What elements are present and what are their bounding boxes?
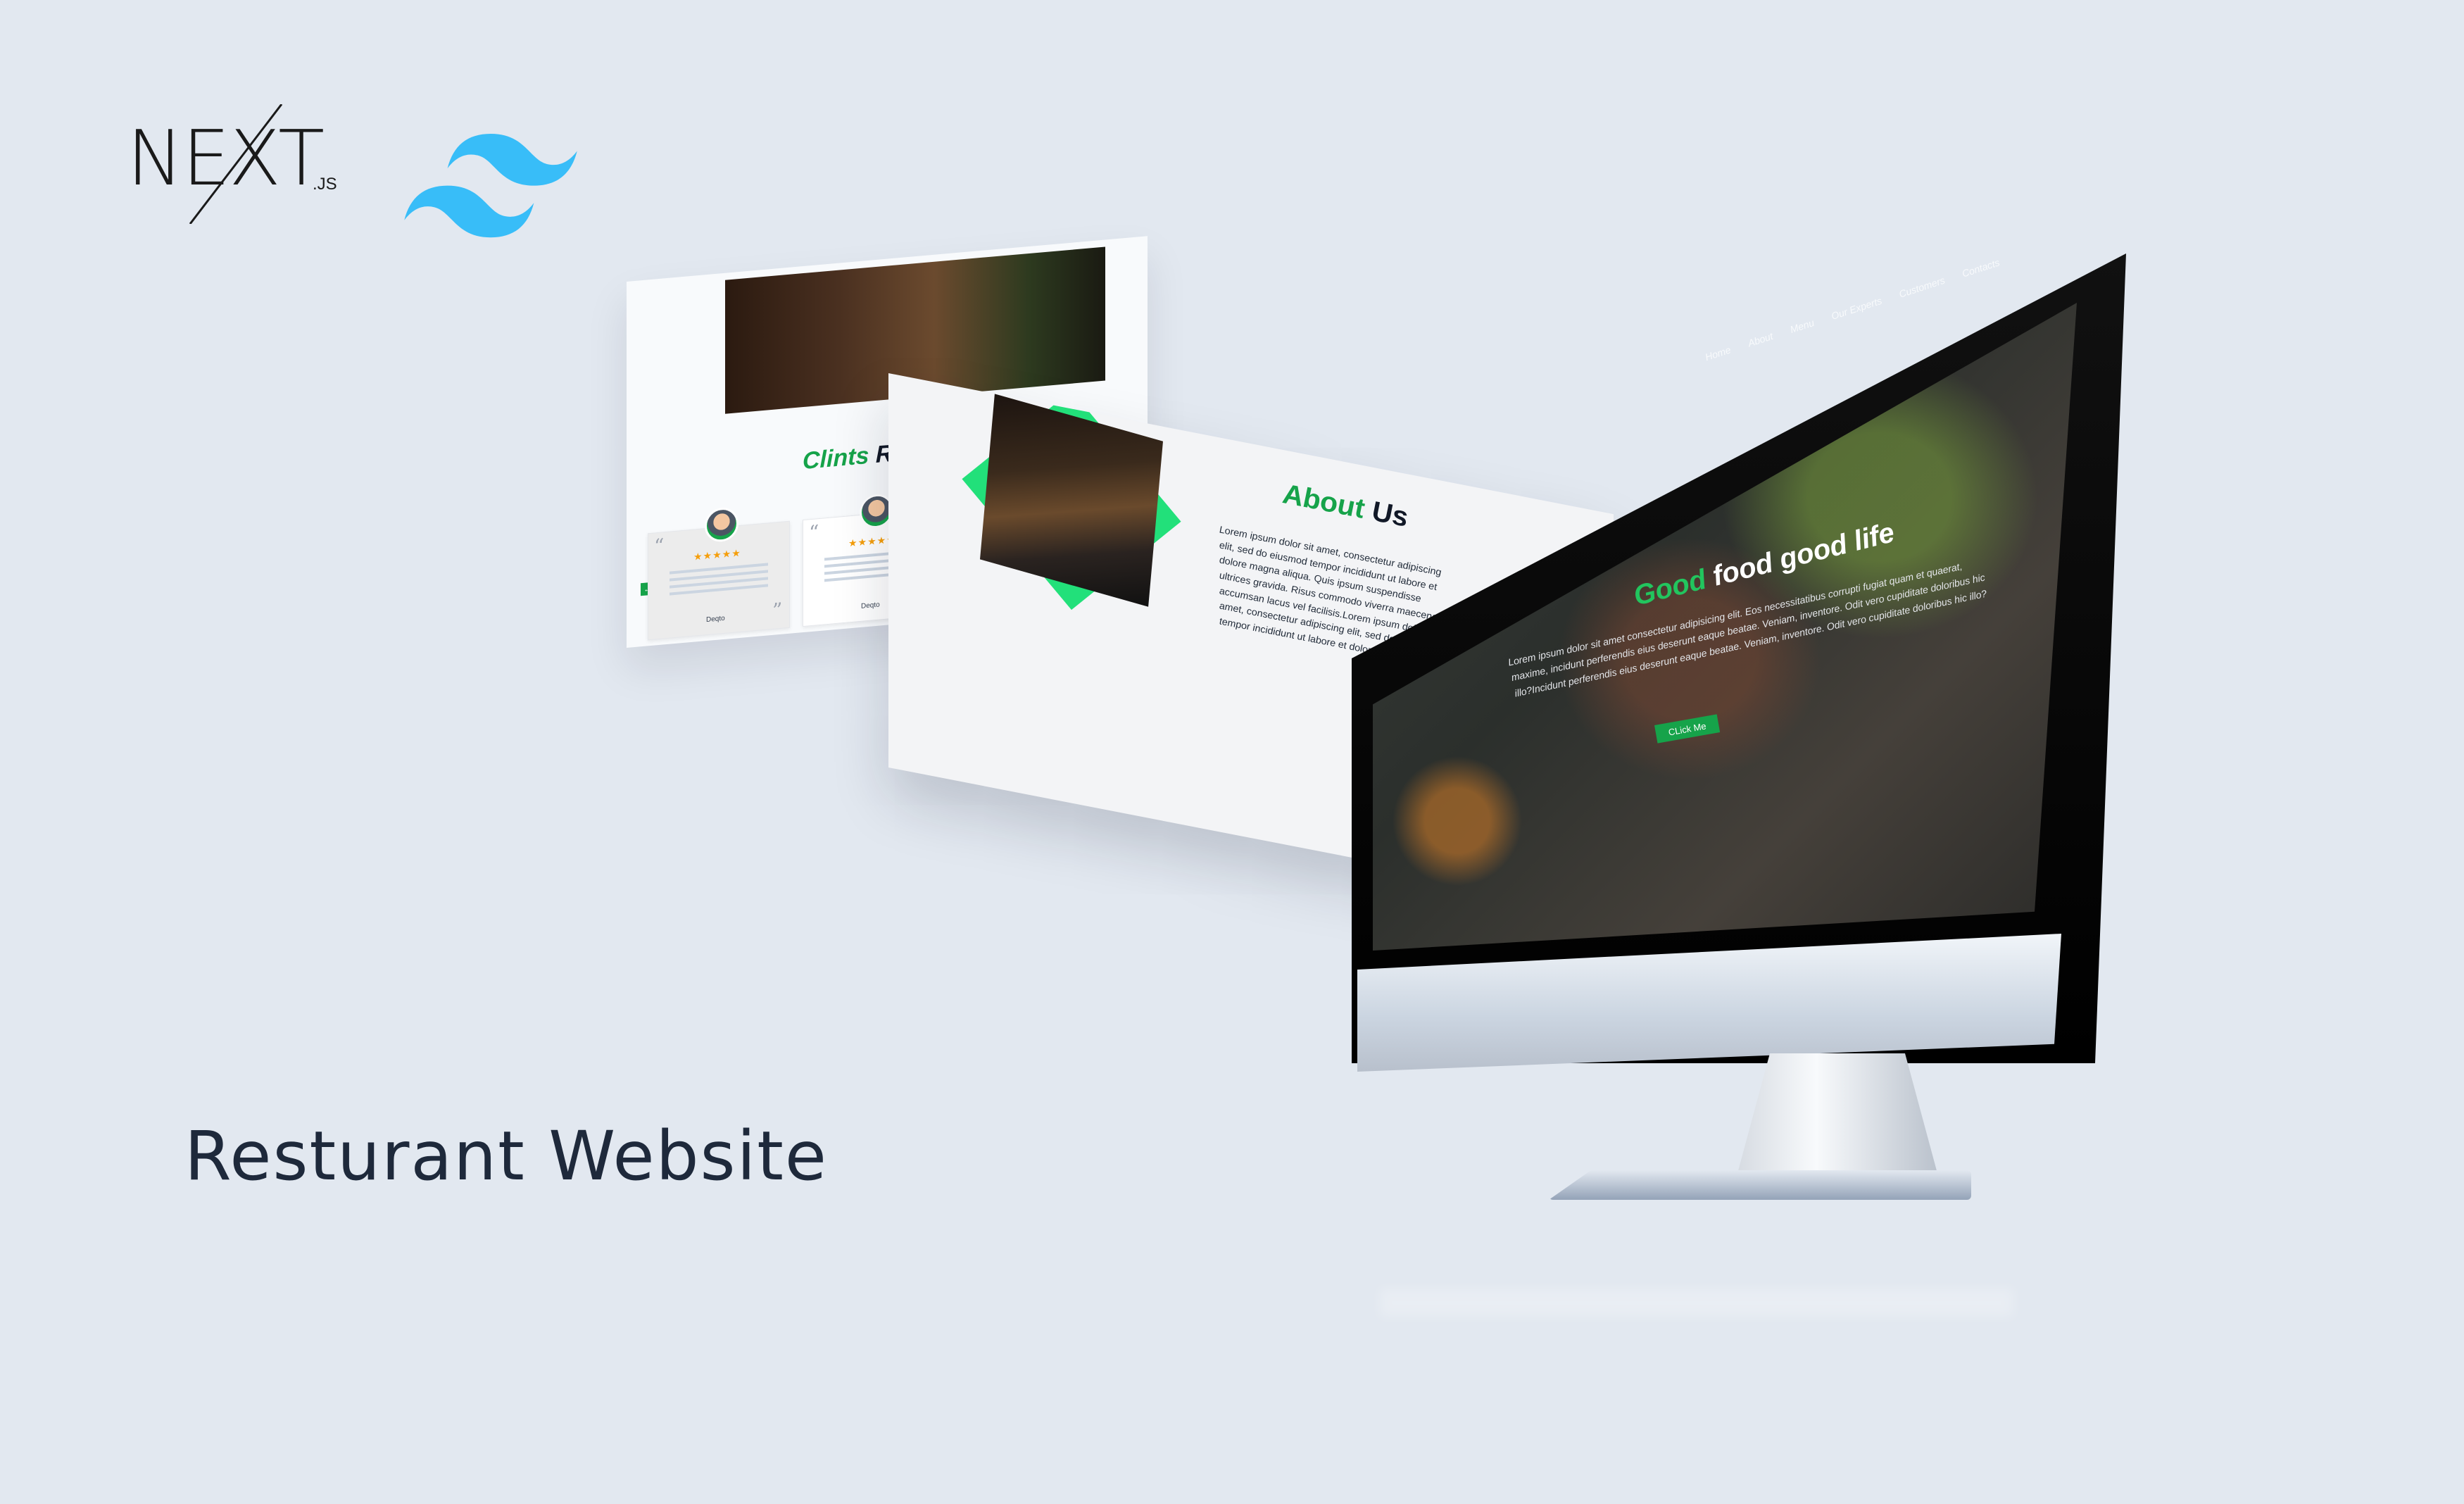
nav-about[interactable]: About: [1747, 330, 1775, 349]
restaurant-interior-photo: [979, 394, 1164, 607]
quote-open-icon: “: [809, 520, 819, 545]
page-title: Resturant Website: [184, 1117, 828, 1196]
reviewer-name: Deqto: [706, 614, 725, 625]
nav-customers[interactable]: Customers: [1897, 275, 1946, 300]
tailwind-logo: [404, 134, 577, 238]
reviewer-name: Deqto: [861, 601, 880, 610]
imac-reflection: [1380, 1289, 2013, 1317]
review-box: “ ★★★★★ ” Deqto: [648, 506, 790, 641]
nextjs-logo: NEXT .JS: [127, 104, 338, 224]
quote-close-icon: ”: [772, 598, 783, 622]
about-heading-accent: About: [1283, 477, 1364, 525]
reviews-heading-accent: Clints: [803, 441, 869, 475]
nav-home[interactable]: Home: [1704, 344, 1732, 363]
about-heading-rest: Us: [1364, 494, 1408, 534]
nav-menu[interactable]: Menu: [1789, 317, 1816, 335]
nav-contacts[interactable]: Contacts: [1961, 256, 2001, 279]
about-heading: About Us: [1283, 478, 1408, 534]
review-text-lines: [670, 563, 768, 599]
quote-open-icon: “: [654, 534, 665, 558]
rating-stars: ★★★★★: [693, 546, 741, 563]
nav-our-experts[interactable]: Our Experts: [1830, 295, 1883, 322]
nextjs-logo-slash: [189, 104, 283, 224]
imac-stand-base: [1549, 1170, 1971, 1200]
avatar: [705, 506, 738, 544]
